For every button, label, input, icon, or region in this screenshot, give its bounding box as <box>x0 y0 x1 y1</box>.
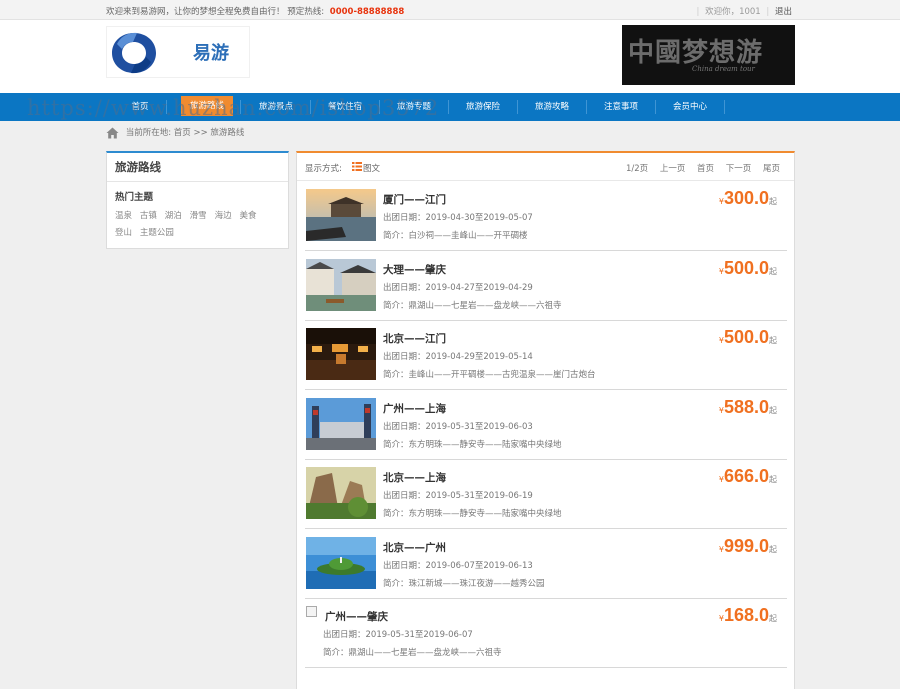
sidebar-subtitle: 热门主题 <box>115 192 154 203</box>
nav-routes[interactable]: 旅游路线 <box>181 96 233 116</box>
route-item[interactable]: 厦门——江门 出团日期：2019-04-30至2019-05-07 简介：白沙祠… <box>305 182 787 251</box>
breadcrumb-text: 当前所在地: 首页 >> 旅游路线 <box>125 128 245 138</box>
dream-tour-banner: 中國梦想游 China dream tour <box>622 25 795 85</box>
prev-page-link[interactable]: 上一页 <box>660 164 686 174</box>
last-page-link[interactable]: 尾页 <box>763 164 780 174</box>
breadcrumb: 当前所在地: 首页 >> 旅游路线 <box>106 126 244 140</box>
route-intro: 简介：鼎湖山——七星岩——盘龙峡——六祖寺 <box>383 301 562 311</box>
route-photo[interactable] <box>306 259 376 311</box>
route-date: 出团日期：2019-04-29至2019-05-14 <box>383 352 533 362</box>
tag-theme-park[interactable]: 主题公园 <box>140 226 174 238</box>
tag-hot-spring[interactable]: 温泉 <box>115 209 132 221</box>
site-logo[interactable]: 易游 <box>106 26 250 78</box>
display-mode-label: 显示方式: <box>305 164 342 174</box>
tag-lake[interactable]: 湖泊 <box>165 209 182 221</box>
route-photo[interactable] <box>306 537 376 589</box>
route-title[interactable]: 广州——肇庆 <box>325 609 388 624</box>
route-intro: 简介：珠江新城——珠江夜游——越秀公园 <box>383 579 545 589</box>
site-header: 易游 中國梦想游 China dream tour <box>0 20 900 93</box>
route-photo[interactable] <box>306 467 376 519</box>
route-item[interactable]: 广州——上海 出团日期：2019-05-31至2019-06-03 简介：东方明… <box>305 391 787 460</box>
route-photo[interactable] <box>306 398 376 450</box>
route-price: ¥666.0起 <box>718 466 777 486</box>
route-price: ¥588.0起 <box>718 397 777 417</box>
tag-food[interactable]: 美食 <box>239 209 256 221</box>
route-intro: 简介：圭峰山——开平碉楼——古兜温泉——崖门古炮台 <box>383 370 596 380</box>
route-intro: 简介：东方明珠——静安寺——陆家嘴中央绿地 <box>383 509 562 519</box>
route-title[interactable]: 大理——肇庆 <box>383 262 446 277</box>
route-item[interactable]: 北京——广州 出团日期：2019-06-07至2019-06-13 简介：珠江新… <box>305 530 787 599</box>
nav-member[interactable]: 会员中心 <box>664 93 716 121</box>
route-price: ¥999.0起 <box>718 536 777 556</box>
route-date: 出团日期：2019-04-30至2019-05-07 <box>383 213 533 223</box>
route-date: 出团日期：2019-04-27至2019-04-29 <box>383 283 533 293</box>
route-date: 出团日期：2019-05-31至2019-06-19 <box>383 491 533 501</box>
list-toolbar: 显示方式: 图文 1/2页 上一页 首页 下一页 尾页 <box>297 153 794 181</box>
tag-skiing[interactable]: 滑雪 <box>190 209 207 221</box>
pager: 1/2页 上一页 首页 下一页 尾页 <box>617 162 780 174</box>
route-price: ¥500.0起 <box>718 258 777 278</box>
route-price: ¥300.0起 <box>718 188 777 208</box>
route-item[interactable]: 广州——肇庆 出团日期：2019-05-31至2019-06-07 简介：鼎湖山… <box>305 599 787 668</box>
first-page-link[interactable]: 首页 <box>697 164 714 174</box>
route-title[interactable]: 北京——上海 <box>383 470 446 485</box>
sidebar-title: 旅游路线 <box>107 153 288 182</box>
logo-ring-icon <box>112 32 156 74</box>
route-item[interactable]: 北京——江门 出团日期：2019-04-29至2019-05-14 简介：圭峰山… <box>305 321 787 390</box>
welcome-text: 欢迎来到易游网，让你的梦想全程免费自由行！ 预定热线: 0000-8888888… <box>106 5 404 17</box>
nav-dining[interactable]: 餐饮住宿 <box>319 93 371 121</box>
next-page-link[interactable]: 下一页 <box>726 164 752 174</box>
route-date: 出团日期：2019-06-07至2019-06-13 <box>383 561 533 571</box>
page-info: 1/2页 <box>625 164 649 174</box>
tag-seaside[interactable]: 海边 <box>215 209 232 221</box>
route-item[interactable]: 大理——肇庆 出团日期：2019-04-27至2019-04-29 简介：鼎湖山… <box>305 252 787 321</box>
hotline-number: 0000-88888888 <box>329 7 405 17</box>
home-icon <box>106 127 119 138</box>
route-intro: 简介：鼎湖山——七星岩——盘龙峡——六祖寺 <box>323 648 502 658</box>
route-date: 出团日期：2019-05-31至2019-06-03 <box>383 422 533 432</box>
nav-insurance[interactable]: 旅游保险 <box>457 93 509 121</box>
tag-list: 温泉 古镇 湖泊 滑雪 海边 美食 登山 主题公园 <box>107 203 285 243</box>
route-item[interactable]: 北京——上海 出团日期：2019-05-31至2019-06-19 简介：东方明… <box>305 460 787 529</box>
nav-home[interactable]: 首页 <box>114 93 166 121</box>
welcome-message: 欢迎来到易游网，让你的梦想全程免费自由行！ 预定热线: <box>106 7 325 17</box>
user-area: | 欢迎你，1001 | 退出 <box>696 7 792 17</box>
logo-text: 易游 <box>193 43 229 64</box>
banner-subtext: China dream tour <box>692 65 755 73</box>
top-bar: 欢迎来到易游网，让你的梦想全程免费自由行！ 预定热线: 0000-8888888… <box>0 0 900 20</box>
route-title[interactable]: 北京——江门 <box>383 331 446 346</box>
route-list-panel: 显示方式: 图文 1/2页 上一页 首页 下一页 尾页 厦门——江门 出团日期：… <box>296 151 795 689</box>
user-greeting: 欢迎你，1001 <box>705 7 761 17</box>
route-title[interactable]: 北京——广州 <box>383 540 446 555</box>
sidebar: 旅游路线 热门主题 温泉 古镇 湖泊 滑雪 海边 美食 登山 主题公园 <box>106 151 289 249</box>
banner-text: 中國梦想游 <box>628 38 764 68</box>
list-view-icon[interactable] <box>352 162 362 171</box>
main-nav: 首页 旅游路线 旅游景点 餐饮住宿 旅游专题 旅游保险 旅游攻略 注意事项 会员… <box>0 93 900 121</box>
route-title[interactable]: 广州——上海 <box>383 401 446 416</box>
tag-hiking[interactable]: 登山 <box>115 226 132 238</box>
broken-image-icon[interactable] <box>306 606 317 617</box>
nav-topics[interactable]: 旅游专题 <box>388 93 440 121</box>
route-intro: 简介：白沙祠——圭峰山——开平碉楼 <box>383 231 528 241</box>
route-price: ¥168.0起 <box>718 605 777 625</box>
route-date: 出团日期：2019-05-31至2019-06-07 <box>323 630 473 640</box>
route-photo[interactable] <box>306 189 376 241</box>
nav-attractions[interactable]: 旅游景点 <box>250 93 302 121</box>
route-price: ¥500.0起 <box>718 327 777 347</box>
nav-guides[interactable]: 旅游攻略 <box>526 93 578 121</box>
route-photo[interactable] <box>306 328 376 380</box>
display-mode-text[interactable]: 图文 <box>363 162 380 174</box>
tag-ancient-town[interactable]: 古镇 <box>140 209 157 221</box>
route-title[interactable]: 厦门——江门 <box>383 192 446 207</box>
nav-notices[interactable]: 注意事项 <box>595 93 647 121</box>
logout-link[interactable]: 退出 <box>775 7 792 17</box>
route-intro: 简介：东方明珠——静安寺——陆家嘴中央绿地 <box>383 440 562 450</box>
